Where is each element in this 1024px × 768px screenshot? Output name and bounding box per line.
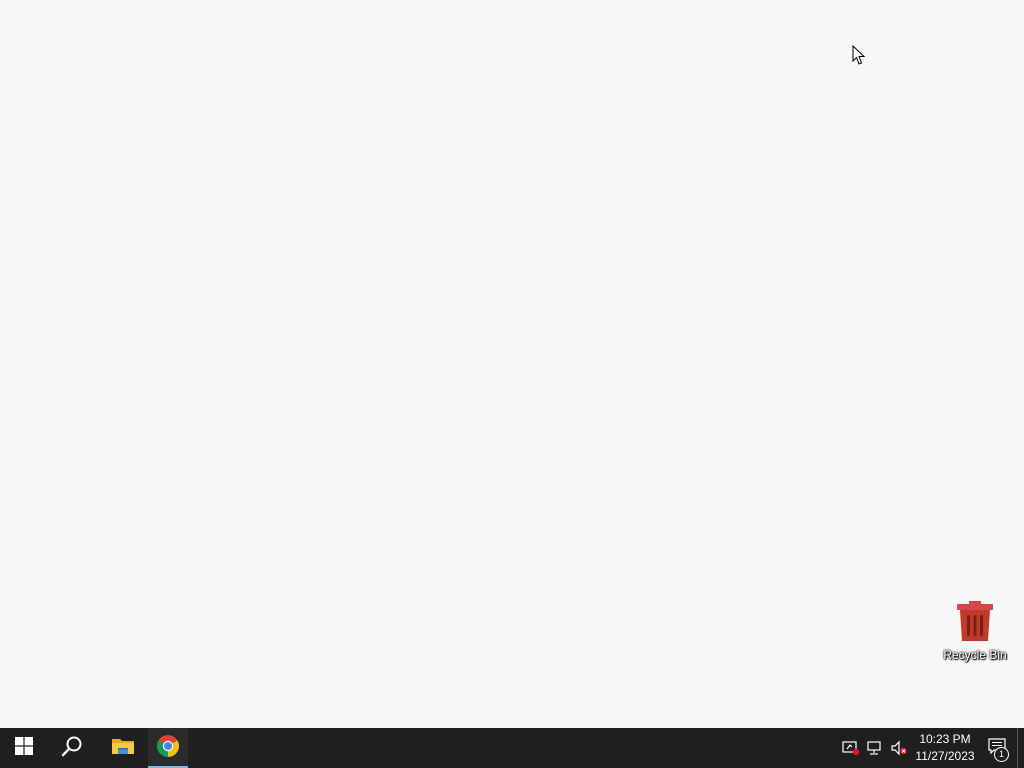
search-icon: [61, 735, 83, 762]
clock[interactable]: 10:23 PM 11/27/2023: [913, 728, 977, 768]
start-button[interactable]: [0, 728, 48, 768]
volume-muted-icon[interactable]: [887, 728, 911, 768]
network-icon[interactable]: [863, 728, 887, 768]
taskbar-chrome[interactable]: [148, 728, 188, 768]
clock-date: 11/27/2023: [915, 749, 975, 763]
recycle-bin-icon: [951, 598, 999, 644]
desktop[interactable]: Recycle Bin: [0, 0, 1024, 728]
search-button[interactable]: [48, 728, 96, 768]
system-tray: 10:23 PM 11/27/2023 1: [839, 728, 1024, 768]
recycle-bin-shortcut[interactable]: Recycle Bin: [940, 598, 1010, 674]
recycle-bin-label: Recycle Bin: [943, 648, 1007, 662]
file-explorer-icon: [111, 736, 135, 761]
chrome-icon: [156, 734, 180, 763]
taskbar: 10:23 PM 11/27/2023 1: [0, 728, 1024, 768]
mouse-cursor-icon: [852, 44, 866, 66]
taskbar-file-explorer[interactable]: [96, 728, 150, 768]
notification-count-badge: 1: [994, 747, 1009, 762]
clock-time: 10:23 PM: [919, 732, 971, 746]
show-desktop-button[interactable]: [1017, 728, 1024, 768]
windows-logo-icon: [15, 736, 33, 760]
action-center-button[interactable]: 1: [977, 728, 1017, 768]
security-alert-icon[interactable]: [839, 728, 863, 768]
taskbar-empty-area[interactable]: [188, 728, 839, 768]
